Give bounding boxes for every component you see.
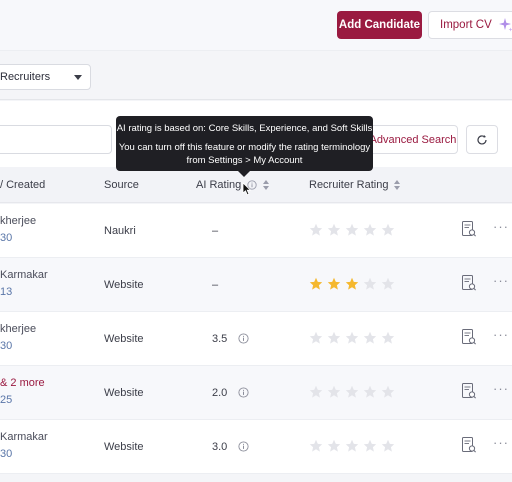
view-document-icon[interactable] [461,328,477,349]
source-cell: Website [104,441,144,453]
more-options-icon[interactable]: ··· [493,327,509,342]
column-source[interactable]: Source [104,179,139,191]
star-icon[interactable] [327,223,341,237]
view-document-icon[interactable] [461,220,477,241]
column-recruiter-rating[interactable]: Recruiter Rating [309,179,401,191]
table-header: / Created Source AI Rating Recruiter Rat… [0,167,512,203]
mouse-cursor-icon [242,182,252,196]
column-created-label: / Created [0,179,46,191]
star-icon[interactable] [381,277,395,291]
star-icon[interactable] [363,277,377,291]
star-icon[interactable] [309,277,323,291]
column-source-label: Source [104,179,139,191]
table-row[interactable]: Karmakar 30 Website 3.0 ··· [0,420,512,474]
more-options-icon[interactable]: ··· [493,219,509,234]
sort-icon[interactable] [263,180,270,190]
column-ai-rating[interactable]: AI Rating [196,179,270,191]
star-icon[interactable] [345,223,359,237]
view-document-icon[interactable] [461,274,477,295]
column-ai-rating-label: AI Rating [196,179,242,191]
star-icon[interactable] [309,331,323,345]
more-options-icon[interactable]: ··· [493,435,509,450]
refresh-button[interactable] [466,125,498,154]
table-row[interactable]: kherjee 30 Naukri – ··· [0,204,512,258]
source-cell: Naukri [104,225,136,237]
add-candidate-button[interactable]: Add Candidate [337,11,422,39]
created-date: 30 [0,340,13,352]
import-cv-button[interactable]: Import CV [428,11,512,39]
star-icon[interactable] [363,223,377,237]
recruiter-rating-stars[interactable] [309,277,395,291]
star-icon[interactable] [309,223,323,237]
created-date: 25 [0,394,13,406]
source-cell: Website [104,279,144,291]
candidate-name[interactable]: kherjee [0,215,36,227]
info-icon[interactable] [238,333,249,347]
ai-rating-value: – [212,279,219,291]
star-icon[interactable] [363,385,377,399]
candidate-name[interactable]: Karmakar [0,269,48,281]
table-row[interactable]: Karmakar 13 Website – ··· [0,258,512,312]
ai-rating-value: 3.0 [212,441,228,453]
candidate-name[interactable]: Karmakar [0,431,48,443]
table-row[interactable]: kherjee 30 Website 3.5 ··· [0,312,512,366]
sparkle-icon [498,17,512,33]
recruiter-rating-stars[interactable] [309,385,395,399]
star-icon[interactable] [381,439,395,453]
candidate-name[interactable]: kherjee [0,323,36,335]
star-icon[interactable] [345,439,359,453]
ai-rating-value: – [212,225,219,237]
import-cv-label: Import CV [440,19,492,31]
search-input[interactable] [0,125,112,154]
recruiter-rating-stars[interactable] [309,223,395,237]
recruiters-select-value: Recruiters [0,71,51,83]
star-icon[interactable] [327,439,341,453]
recruiter-rating-stars[interactable] [309,439,395,453]
created-date: 30 [0,232,13,244]
tooltip-line-2: You can turn off this feature or modify … [118,142,371,153]
star-icon[interactable] [345,277,359,291]
candidate-name[interactable]: & 2 more [0,377,45,389]
table-row[interactable]: & 2 more 25 Website 2.0 ··· [0,366,512,420]
star-icon[interactable] [345,331,359,345]
tooltip-line-1: AI rating is based on: Core Skills, Expe… [116,123,373,134]
star-icon[interactable] [327,277,341,291]
ai-rating-value: 3.5 [212,333,228,345]
ai-rating-value: 2.0 [212,387,228,399]
info-icon[interactable] [238,441,249,455]
star-icon[interactable] [345,385,359,399]
top-bar: Add Candidate Import CV [0,0,512,50]
star-icon[interactable] [363,331,377,345]
view-document-icon[interactable] [461,436,477,457]
created-date: 30 [0,448,13,460]
chevron-down-icon [74,75,82,80]
more-options-icon[interactable]: ··· [493,381,509,396]
tooltip-line-3: from Settings > My Account [186,155,303,166]
info-icon[interactable] [238,387,249,401]
star-icon[interactable] [363,439,377,453]
star-icon[interactable] [327,385,341,399]
sort-icon[interactable] [394,180,401,190]
advanced-search-button[interactable]: Advanced Search [368,125,458,154]
star-icon[interactable] [309,385,323,399]
tooltip-arrow [238,171,250,177]
ai-rating-tooltip: AI rating is based on: Core Skills, Expe… [116,116,373,171]
recruiter-rating-stars[interactable] [309,331,395,345]
filter-bar: Recruiters [0,50,512,100]
source-cell: Website [104,333,144,345]
star-icon[interactable] [327,331,341,345]
column-recruiter-rating-label: Recruiter Rating [309,179,389,191]
star-icon[interactable] [381,331,395,345]
view-document-icon[interactable] [461,382,477,403]
created-date: 13 [0,286,13,298]
more-options-icon[interactable]: ··· [493,273,509,288]
star-icon[interactable] [381,223,395,237]
refresh-icon [477,134,487,145]
column-created[interactable]: / Created [0,179,45,191]
recruiters-select[interactable]: Recruiters [0,64,91,90]
source-cell: Website [104,387,144,399]
star-icon[interactable] [309,439,323,453]
star-icon[interactable] [381,385,395,399]
